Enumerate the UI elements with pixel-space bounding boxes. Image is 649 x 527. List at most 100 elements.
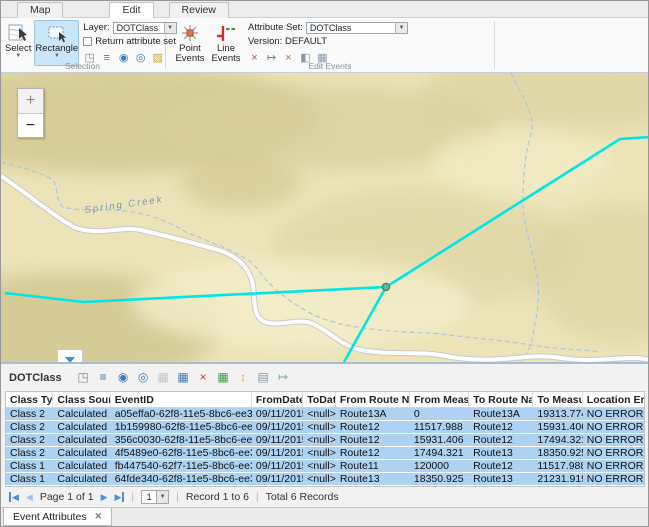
table-cell: NO ERROR — [583, 434, 644, 446]
table-cell: <null> — [303, 473, 336, 485]
map-canvas[interactable]: Spring Creek + − — [1, 73, 649, 362]
attributes-table: Class TypeClass SourceEventIDFromDateToD… — [5, 391, 645, 487]
table-row[interactable]: Class 2Calculated1b159980-62f8-11e5-8bc6… — [6, 421, 644, 434]
last-page-button[interactable]: ▶ — [114, 492, 124, 502]
selection-group-label: Selection — [1, 61, 164, 71]
column-header[interactable]: To Route Name — [469, 392, 533, 407]
column-header[interactable]: FromDate — [252, 392, 303, 407]
ribbon-toolbar: Select ▼ Rectangle ▼ Layer: DOTClass ▼ — [1, 18, 648, 73]
table-cell: Route12 — [469, 460, 533, 472]
column-header[interactable]: EventID — [111, 392, 252, 407]
pan-to-record-icon[interactable]: ◎ — [137, 371, 150, 384]
rectangle-tool-icon — [46, 23, 68, 43]
rectangle-tool-button[interactable]: Rectangle ▼ — [34, 20, 79, 66]
table-cell: Route13 — [469, 447, 533, 459]
table-cell: 120000 — [410, 460, 469, 472]
attribute-set-dropdown[interactable]: DOTClass ▼ — [306, 22, 408, 34]
column-header[interactable]: Location Error — [583, 392, 644, 407]
line-events-icon — [215, 23, 237, 43]
select-records-icon[interactable]: ◳ — [77, 371, 90, 384]
table-cell: 18350.925 — [410, 473, 469, 485]
table-row[interactable]: Class 1Calculatedfb447540-62f7-11e5-8bc6… — [6, 460, 644, 473]
table-row[interactable]: Class 2Calculated4f5489e0-62f8-11e5-8bc6… — [6, 447, 644, 460]
table-cell: 4f5489e0-62f8-11e5-8bc6-ee32641d5ec9 — [111, 447, 252, 459]
column-header[interactable]: From Measure — [410, 392, 469, 407]
table-cell: Route12 — [336, 421, 410, 433]
save-edits-icon[interactable]: ▦ — [157, 371, 170, 384]
table-cell: Calculated — [53, 408, 110, 420]
show-selected-icon[interactable]: ≡ — [97, 371, 110, 384]
panel-collapse-button[interactable] — [57, 349, 83, 362]
table-cell: Route11 — [336, 460, 410, 472]
select-tool-icon — [7, 23, 29, 43]
checkbox-box[interactable] — [83, 37, 92, 46]
column-header[interactable]: Class Type — [6, 392, 53, 407]
zoom-in-button[interactable]: + — [18, 89, 43, 113]
event-editor-window: Map Edit Review Select ▼ Rectang — [0, 0, 649, 527]
attribute-set-dropdown-caret[interactable]: ▼ — [395, 23, 407, 33]
table-row[interactable]: Class 2Calculated356c0030-62f8-11e5-8bc6… — [6, 434, 644, 447]
tab-edit[interactable]: Edit — [109, 2, 153, 18]
next-page-button[interactable]: ▶ — [101, 492, 108, 502]
select-dropdown-caret[interactable]: ▼ — [15, 54, 21, 59]
pagination-bar: ◀ ◀ Page 1 of 1 ▶ ▶ | 1 ▼ | Record 1 to … — [1, 487, 648, 507]
tab-event-attributes[interactable]: Event Attributes ✕ — [3, 508, 112, 526]
select-tool-button[interactable]: Select ▼ — [4, 20, 32, 66]
map-zoom-control: + − — [17, 88, 44, 138]
delete-record-icon[interactable]: × — [197, 371, 210, 384]
column-header[interactable]: To Measure — [533, 392, 582, 407]
route-junction-marker[interactable] — [382, 283, 389, 290]
form-view-icon[interactable]: ▤ — [257, 371, 270, 384]
table-cell: 0 — [410, 408, 469, 420]
extend-measures-icon[interactable]: ↦ — [277, 371, 290, 384]
table-cell: Route13 — [469, 473, 533, 485]
zoom-out-button[interactable]: − — [18, 113, 43, 137]
table-cell: Calculated — [53, 421, 110, 433]
table-cell: Route12 — [469, 434, 533, 446]
table-cell: 11517.988 — [410, 421, 469, 433]
page-number-select[interactable]: 1 ▼ — [141, 490, 169, 504]
add-record-icon[interactable]: ▦ — [217, 371, 230, 384]
page-text: Page 1 of 1 — [40, 491, 94, 503]
table-cell: 09/11/2015 — [252, 473, 303, 485]
previous-page-button[interactable]: ◀ — [26, 492, 33, 502]
sort-records-icon[interactable]: ↕ — [237, 371, 250, 384]
table-cell: 356c0030-62f8-11e5-8bc6-ee32641d5ec9 — [111, 434, 252, 446]
table-cell: NO ERROR — [583, 473, 644, 485]
table-cell: NO ERROR — [583, 460, 644, 472]
record-range-text: Record 1 to 6 — [186, 491, 249, 503]
table-cell: <null> — [303, 460, 336, 472]
rectangle-dropdown-caret[interactable]: ▼ — [54, 54, 60, 59]
tab-review[interactable]: Review — [169, 2, 229, 18]
table-row[interactable]: Class 1Calculated64fde340-62f8-11e5-8bc6… — [6, 473, 644, 486]
table-cell: Route13A — [469, 408, 533, 420]
table-cell: 1b159980-62f8-11e5-8bc6-ee32641d5ec9 — [111, 421, 252, 433]
close-tab-icon[interactable]: ✕ — [95, 511, 103, 522]
chevron-down-icon — [65, 357, 75, 362]
tab-map[interactable]: Map — [17, 2, 63, 18]
table-cell: 17494.321 — [533, 434, 582, 446]
table-cell: NO ERROR — [583, 408, 644, 420]
table-cell: a05effa0-62f8-11e5-8bc6-ee32641d5ec9 — [111, 408, 252, 420]
layer-label: Layer: — [83, 22, 109, 33]
selection-group: Select ▼ Rectangle ▼ Layer: DOTClass ▼ — [1, 18, 164, 72]
column-header[interactable]: From Route Name — [336, 392, 410, 407]
table-cell: 18350.925 — [533, 447, 582, 459]
open-table-icon[interactable]: ▦ — [177, 371, 190, 384]
point-events-icon — [179, 23, 201, 43]
column-header[interactable]: Class Source — [53, 392, 110, 407]
table-cell: 17494.321 — [410, 447, 469, 459]
table-row[interactable]: Class 2Calculateda05effa0-62f8-11e5-8bc6… — [6, 408, 644, 421]
column-header[interactable]: ToDate — [303, 392, 336, 407]
return-attribute-set-checkbox[interactable]: Return attribute set — [83, 35, 176, 48]
attribute-set-label: Attribute Set: — [248, 22, 303, 33]
first-page-button[interactable]: ◀ — [9, 492, 19, 502]
table-cell: <null> — [303, 447, 336, 459]
table-cell: 09/11/2015 — [252, 460, 303, 472]
zoom-to-record-icon[interactable]: ◉ — [117, 371, 130, 384]
table-cell: 09/11/2015 — [252, 447, 303, 459]
page-select-caret[interactable]: ▼ — [156, 491, 168, 503]
table-cell: Class 2 — [6, 421, 53, 433]
table-cell: 21231.919 — [533, 473, 582, 485]
table-cell: Class 1 — [6, 473, 53, 485]
